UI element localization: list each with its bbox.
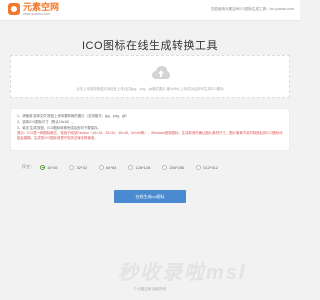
upload-dropzone[interactable]: 点击上传或拖拽图片到此处上传(支持jpg、png、gif格式图片,最大5M),上… xyxy=(10,55,290,98)
size-selector: 尺寸： 16*16 32*32 64*64 128*128 256*256 51… xyxy=(22,162,292,172)
cloud-upload-icon xyxy=(152,66,170,79)
radio-icon[interactable] xyxy=(69,164,75,170)
page-title: ICO图标在线生成转换工具 xyxy=(81,40,219,52)
logo-name: 元素空网 xyxy=(23,2,60,12)
header-bar: 元素空网 www.yuansu.com 您若使用元素空间ICO图标生成工具：ic… xyxy=(0,0,300,21)
radio-icon[interactable] xyxy=(128,164,134,170)
footer-copyright: © 元素空网 版权所有 xyxy=(133,287,167,291)
radio-icon[interactable] xyxy=(162,164,168,170)
size-option-256[interactable]: 256*256 xyxy=(162,164,184,170)
logo-icon xyxy=(8,3,20,15)
upload-hint: 点击上传或拖拽图片到此处上传(支持jpg、png、gif格式图片,最大5M),上… xyxy=(76,87,224,91)
size-option-16[interactable]: 16*16 xyxy=(40,164,57,170)
header-notice: 您若使用元素空间ICO图标生成工具：ico.yuansu.com xyxy=(210,7,294,11)
size-radio-group: 16*16 32*32 64*64 128*128 256*256 512*51… xyxy=(40,164,230,170)
size-option-64[interactable]: 64*64 xyxy=(98,164,116,170)
generate-ico-button[interactable]: 在线生成ico图标 xyxy=(114,190,186,203)
radio-icon[interactable] xyxy=(196,164,202,170)
size-label: 尺寸： xyxy=(22,164,34,169)
site-logo[interactable]: 元素空网 www.yuansu.com xyxy=(8,2,68,18)
radio-icon[interactable] xyxy=(98,164,104,170)
instruction-warning: 提示：ICO是一种图标格式，常用于网站Favicon（16×16、32×32、4… xyxy=(17,131,283,140)
radio-checked-icon[interactable] xyxy=(40,164,45,170)
instructions-panel: 1、请使用'选择文件'按钮上传你要转换的图片（支持格式：jpg、png、gif）… xyxy=(10,108,290,151)
size-option-128[interactable]: 128*128 xyxy=(128,164,150,170)
size-option-32[interactable]: 32*32 xyxy=(69,164,87,170)
watermark-text: 秒收录啦msl xyxy=(118,262,247,284)
size-option-512[interactable]: 512*512 xyxy=(196,164,218,170)
logo-domain: www.yuansu.com xyxy=(23,12,51,16)
